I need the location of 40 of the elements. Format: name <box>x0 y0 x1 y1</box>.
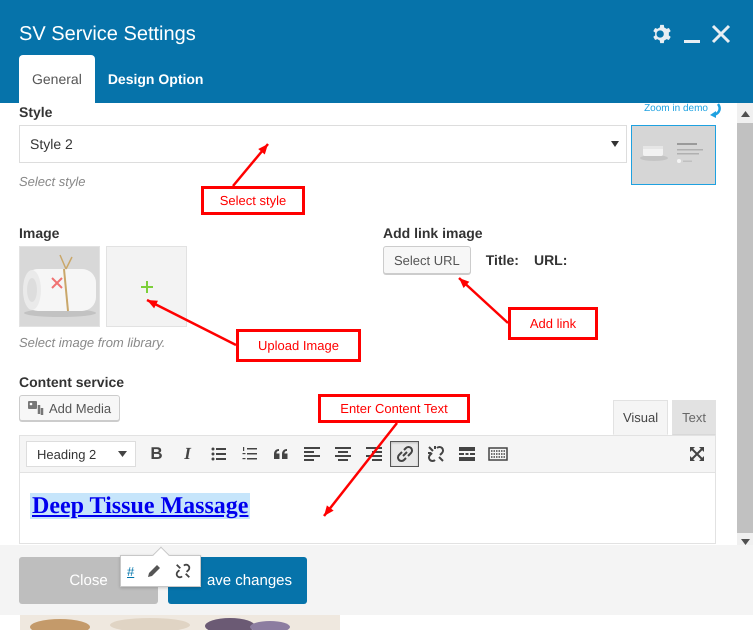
format-select[interactable]: Heading 2 <box>26 441 136 467</box>
url-label: URL: <box>534 252 568 268</box>
callout-label: Enter Content Text <box>318 394 470 423</box>
pencil-icon[interactable] <box>146 563 162 579</box>
tab[interactable]: General <box>19 55 95 103</box>
field-label: Style <box>19 104 54 122</box>
media-icon <box>28 400 44 416</box>
callout-label: Upload Image <box>236 329 361 362</box>
caret-icon <box>118 451 127 457</box>
caret-icon <box>611 141 619 147</box>
add-image-tile[interactable] <box>106 246 187 327</box>
add-media-button[interactable]: Add Media <box>19 395 120 421</box>
tab[interactable]: Design Option <box>94 55 216 103</box>
close-icon[interactable] <box>711 24 731 44</box>
callout-arrow <box>232 143 269 187</box>
fullscreen-icon[interactable] <box>689 446 705 462</box>
field-hint: Select image from library. <box>19 335 166 350</box>
field-label: Add link image <box>383 225 484 241</box>
unlink-icon[interactable] <box>174 562 192 580</box>
italic-button[interactable]: I <box>173 441 202 467</box>
editor-tab[interactable]: Text <box>672 400 716 435</box>
link-url[interactable]: # <box>127 564 134 578</box>
select-url-button[interactable]: Select URL <box>383 246 471 274</box>
callout-label: Select style <box>201 186 305 215</box>
plus-icon <box>140 280 152 292</box>
settings-icon[interactable] <box>651 23 673 45</box>
callout-label: Add link <box>508 307 598 340</box>
style-select[interactable]: Style 2 <box>19 125 627 163</box>
editor-tab[interactable]: Visual <box>612 400 668 435</box>
title-label: Title: <box>486 252 519 268</box>
window-title: SV Service Settings <box>19 22 196 46</box>
curved-arrow-icon <box>708 103 722 119</box>
field-label: Image <box>19 225 60 241</box>
link-icon[interactable] <box>390 441 419 467</box>
field-hint: Select style <box>19 174 86 189</box>
heading-link[interactable]: Deep Tissue Massage <box>30 493 250 519</box>
scroll-up-icon[interactable] <box>740 111 750 117</box>
callout-arrow <box>458 277 509 324</box>
bold-button[interactable]: B <box>142 441 171 467</box>
field-label: Content service <box>19 374 126 390</box>
